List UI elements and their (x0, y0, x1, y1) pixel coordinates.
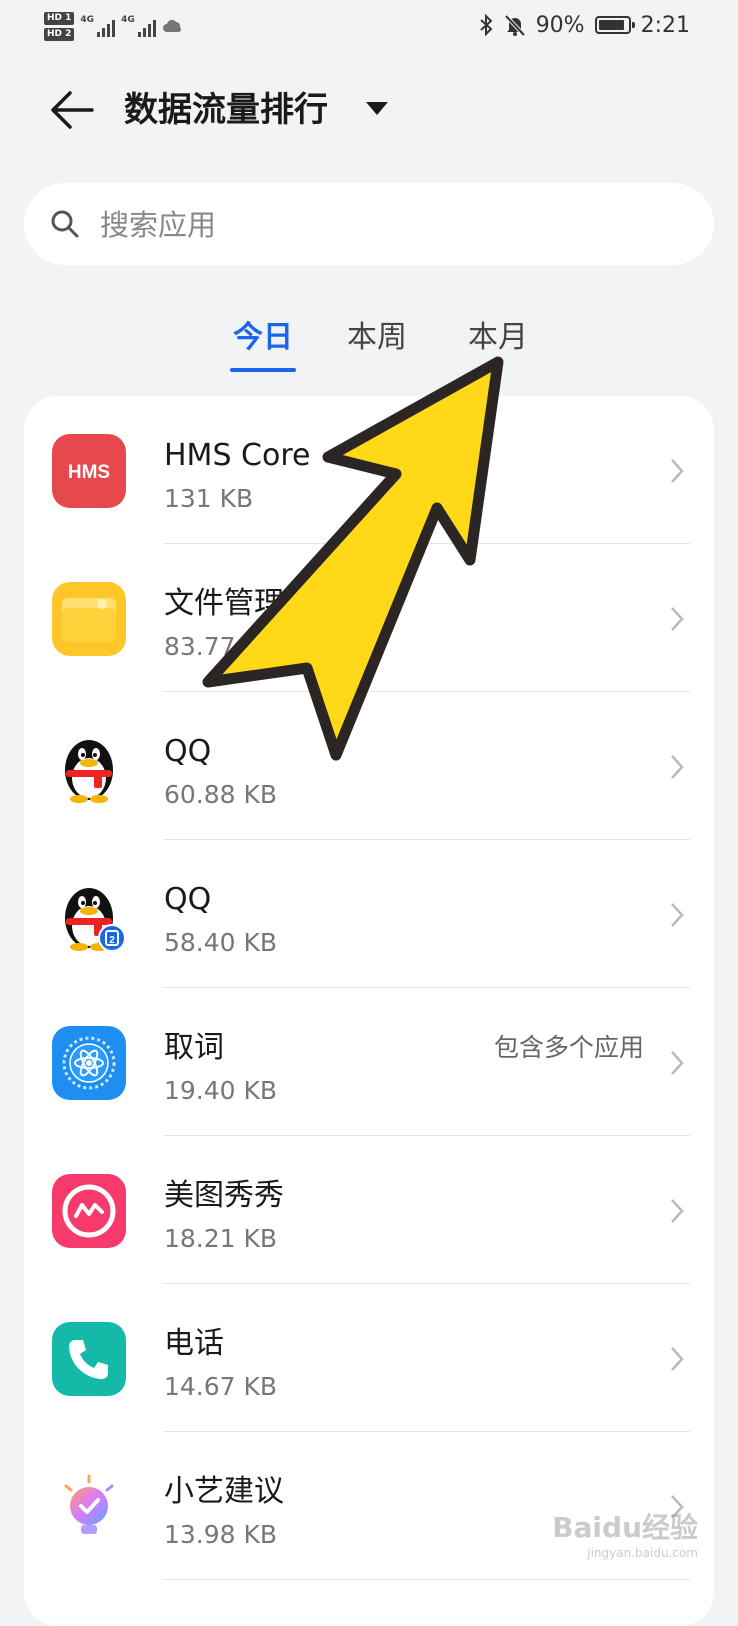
app-data-usage: 19.40 KB (164, 1076, 278, 1105)
app-name: 小艺建议 (164, 1474, 284, 1509)
file-manager-icon (52, 582, 126, 656)
word-capture-icon (52, 1026, 126, 1100)
battery-icon (594, 16, 635, 34)
app-name: HMS Core (164, 438, 311, 473)
chevron-right-icon (671, 1347, 684, 1371)
svg-text:2: 2 (109, 935, 115, 946)
status-bar: HD 1 HD 2 4G 4G 90% 2:21 (0, 0, 738, 50)
dropdown-caret-icon[interactable] (366, 102, 388, 115)
tab-this-week[interactable]: 本周 (337, 316, 417, 360)
bell-off-icon (504, 14, 526, 37)
chevron-right-icon (671, 1051, 684, 1075)
phone-icon (52, 1322, 126, 1396)
watermark: Baidu经验 jingyan.baidu.com (552, 1506, 698, 1560)
app-data-usage: 13.98 KB (164, 1520, 278, 1549)
back-arrow-icon[interactable] (48, 88, 96, 132)
divider (164, 1579, 690, 1580)
list-item[interactable]: 2 QQ 58.40 KB (24, 840, 714, 988)
tab-today[interactable]: 今日 (223, 316, 303, 360)
search-icon (51, 210, 79, 238)
app-data-usage: 60.88 KB (164, 780, 278, 809)
app-data-usage: 18.21 KB (164, 1224, 278, 1253)
hms-core-icon: HMS (52, 434, 126, 508)
list-item[interactable]: 文件管理 83.77 KB (24, 544, 714, 692)
list-item[interactable]: 电话 14.67 KB (24, 1284, 714, 1432)
watermark-text: Baidu经验 (552, 1511, 698, 1544)
clock: 2:21 (640, 12, 690, 38)
app-traffic-list: HMS HMS Core 131 KB 文件管理 83.77 KB QQ 60.… (24, 396, 714, 1626)
cloud-icon (162, 19, 181, 32)
signal-strength-icon: 4G (80, 15, 116, 37)
bluetooth-icon (480, 13, 493, 37)
app-name: 文件管理 (164, 586, 284, 621)
app-name: 电话 (164, 1326, 224, 1361)
signal-strength-icon-2: 4G (121, 15, 156, 37)
search-bar[interactable] (24, 183, 714, 265)
svg-text:HMS: HMS (68, 462, 110, 483)
chevron-right-icon (671, 607, 684, 631)
app-name: QQ (164, 734, 212, 769)
app-name: 美图秀秀 (164, 1178, 284, 1213)
app-data-usage: 14.67 KB (164, 1372, 278, 1401)
hd1-badge: HD 1 (44, 11, 75, 25)
network-type-1: 4G (80, 15, 95, 25)
list-item[interactable]: 美图秀秀 18.21 KB (24, 1136, 714, 1284)
page-title[interactable]: 数据流量排行 (124, 88, 328, 132)
list-item[interactable]: HMS HMS Core 131 KB (24, 396, 714, 544)
qq-icon (52, 730, 126, 804)
period-tabs: 今日 本周 本月 (0, 316, 738, 376)
includes-multiple-apps-note: 包含多个应用 (494, 1033, 645, 1062)
tab-active-indicator (230, 368, 296, 372)
list-item[interactable]: QQ 60.88 KB (24, 692, 714, 840)
hd2-badge: HD 2 (44, 27, 75, 41)
meitu-icon (52, 1174, 126, 1248)
status-right: 90% 2:21 (478, 10, 690, 40)
app-data-usage: 131 KB (164, 484, 254, 513)
network-type-2: 4G (121, 15, 135, 25)
chevron-right-icon (671, 755, 684, 779)
chevron-right-icon (671, 459, 684, 483)
celia-suggestion-icon (52, 1470, 126, 1544)
chevron-right-icon (671, 1199, 684, 1223)
app-header: 数据流量排行 (0, 70, 738, 150)
qq-clone-icon: 2 (52, 878, 126, 952)
chevron-right-icon (671, 903, 684, 927)
app-data-usage: 58.40 KB (164, 928, 278, 957)
search-input[interactable] (98, 201, 662, 249)
status-left: HD 1 HD 2 4G 4G (44, 6, 184, 46)
app-name: QQ (164, 882, 212, 917)
list-item[interactable]: 取词 19.40 KB 包含多个应用 (24, 988, 714, 1136)
app-data-usage: 83.77 KB (164, 632, 278, 661)
battery-fill (598, 20, 624, 30)
battery-percent: 90% (535, 12, 585, 38)
watermark-url: jingyan.baidu.com (587, 1546, 698, 1560)
hd-indicators: HD 1 HD 2 (44, 11, 75, 41)
tab-this-month[interactable]: 本月 (458, 316, 538, 360)
app-name: 取词 (164, 1030, 224, 1065)
